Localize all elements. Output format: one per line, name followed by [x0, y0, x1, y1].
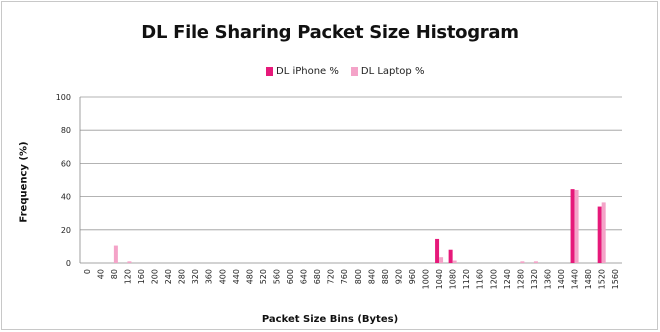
plot-area: 0204060801000 40 80 120 160 200 240 280 320 360 40… — [56, 93, 622, 289]
x-tick-label: 480 — [245, 269, 254, 284]
x-tick-label: 1240 — [503, 269, 512, 289]
bar-laptop-1040 — [439, 257, 444, 263]
x-tick-label: 720 — [327, 269, 336, 284]
x-tick-label: 1400 — [557, 269, 566, 289]
x-tick-label: 920 — [394, 269, 403, 284]
x-tick-label: 560 — [272, 269, 281, 284]
x-tick-label: 360 — [205, 269, 214, 284]
x-tick-label: 200 — [151, 269, 160, 284]
x-tick-label: 160 — [137, 269, 146, 284]
x-tick-label: 120 — [123, 269, 132, 284]
bar-laptop-1440 — [574, 189, 579, 263]
x-tick-label: 400 — [218, 269, 227, 284]
x-tick-label: 1520 — [598, 269, 607, 289]
bar-iphone-1520 — [597, 206, 602, 263]
y-tick-label: 100 — [56, 93, 71, 102]
x-tick-label: 640 — [300, 269, 309, 284]
y-tick-label: 60 — [61, 159, 71, 168]
x-tick-label: 0 — [83, 269, 92, 274]
bar-laptop-80 — [113, 245, 118, 263]
x-tick-label: 1560 — [611, 269, 620, 289]
x-tick-label: 280 — [178, 269, 187, 284]
y-tick-label: 20 — [61, 226, 71, 235]
x-tick-label: 680 — [313, 269, 322, 284]
x-tick-label: 1480 — [584, 269, 593, 289]
x-tick-label: 760 — [340, 269, 349, 284]
x-tick-label: 1080 — [449, 269, 458, 289]
x-tick-label: 240 — [164, 269, 173, 284]
y-tick-label: 40 — [61, 193, 71, 202]
x-tick-label: 80 — [110, 269, 119, 279]
x-tick-label: 1360 — [543, 269, 552, 289]
x-tick-label: 440 — [232, 269, 241, 284]
x-tick-label: 1160 — [476, 269, 485, 289]
x-tick-label: 1120 — [462, 269, 471, 289]
x-tick-label: 840 — [367, 269, 376, 284]
y-tick-label: 0 — [66, 259, 71, 268]
x-tick-label: 1440 — [571, 269, 580, 289]
bar-laptop-1520 — [601, 202, 606, 263]
bar-laptop-1280 — [520, 261, 525, 263]
bar-iphone-1440 — [570, 189, 575, 263]
x-tick-label: 880 — [381, 269, 390, 284]
bar-iphone-1040 — [435, 238, 440, 263]
bar-laptop-1080 — [452, 260, 457, 263]
bar-laptop-1320 — [533, 261, 538, 263]
x-tick-label: 960 — [408, 269, 417, 284]
bar-iphone-1080 — [448, 249, 453, 263]
x-tick-label: 1040 — [435, 269, 444, 289]
x-tick-label: 1000 — [422, 269, 431, 289]
x-tick-label: 1320 — [530, 269, 539, 289]
x-tick-label: 1200 — [489, 269, 498, 289]
x-tick-label: 600 — [286, 269, 295, 284]
x-tick-label: 320 — [191, 269, 200, 284]
x-tick-label: 40 — [96, 269, 105, 279]
y-tick-label: 80 — [61, 126, 71, 135]
x-tick-label: 800 — [354, 269, 363, 284]
bar-laptop-120 — [127, 261, 132, 263]
x-tick-label: 520 — [259, 269, 268, 284]
x-tick-label: 1280 — [516, 269, 525, 289]
